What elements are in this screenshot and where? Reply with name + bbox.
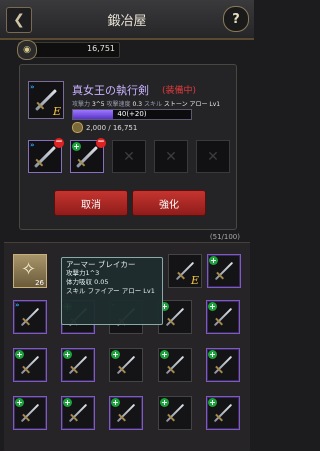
- inventory-item[interactable]: +: [61, 396, 95, 430]
- plus-badge-icon: +: [160, 350, 169, 359]
- sword-icon: [68, 403, 88, 423]
- sword-icon: [165, 403, 185, 423]
- inventory-item[interactable]: +: [206, 348, 240, 382]
- gold-amount: 16,751: [87, 44, 115, 53]
- plus-badge-icon: +: [208, 350, 217, 359]
- item-tooltip: アーマー ブレイカー 攻撃力1^3 体力吸収 0.05 スキル ファイアー アロ…: [61, 257, 163, 325]
- plus-badge-icon: +: [111, 398, 120, 407]
- remove-icon[interactable]: −: [96, 138, 106, 148]
- cost-display: 2,000 / 16,751: [72, 122, 137, 133]
- inventory-count: (51/100): [209, 233, 240, 241]
- tooltip-name: アーマー ブレイカー: [66, 260, 136, 269]
- sword-icon: [34, 145, 56, 168]
- gold-display: ◉ 16,751: [17, 40, 120, 60]
- help-button[interactable]: ?: [223, 6, 249, 32]
- sword-icon: [116, 403, 136, 423]
- plus-badge-icon: +: [160, 398, 169, 407]
- page-title: 鍛冶屋: [107, 14, 147, 29]
- top-bar: ❮ 鍛冶屋 ?: [0, 0, 254, 40]
- plus-badge-icon: +: [72, 142, 81, 151]
- inventory-item[interactable]: +: [13, 396, 47, 430]
- inventory-item[interactable]: »: [13, 300, 47, 334]
- rank-letter: E: [190, 274, 199, 287]
- material-slot-1[interactable]: » −: [28, 138, 64, 173]
- crystal-icon: ✧: [21, 259, 37, 280]
- material-slot-5[interactable]: ✕: [196, 140, 230, 173]
- remove-icon[interactable]: −: [54, 138, 64, 148]
- tooltip-line: スキル ファイアー アロー Lv1: [66, 287, 155, 295]
- inventory-item[interactable]: +: [13, 348, 47, 382]
- inventory-item-equipped[interactable]: E: [168, 254, 202, 288]
- cost-text: 2,000 / 16,751: [86, 123, 138, 132]
- material-slot-3[interactable]: ✕: [112, 140, 146, 173]
- target-weapon-slot[interactable]: » E: [28, 81, 64, 119]
- inventory-item[interactable]: +: [207, 254, 241, 288]
- weapon-stats: 攻撃力 3^5 攻撃速度 0.3 スキル ストーン アロー Lv1: [72, 101, 221, 108]
- enhance-panel: » E 真女王の執行剣 (装備中) 攻撃力 3^5 攻撃速度 0.3 スキル ス…: [19, 64, 237, 230]
- material-count: 26: [35, 279, 44, 287]
- equipped-tag: (装備中): [162, 86, 197, 96]
- gold-coin-icon: ◉: [17, 40, 37, 60]
- sword-icon: [214, 261, 234, 281]
- plus-badge-icon: +: [208, 398, 217, 407]
- sword-icon: [165, 307, 185, 327]
- inventory-item[interactable]: +: [206, 300, 240, 334]
- tooltip-line: 攻撃力1^3: [66, 269, 100, 277]
- sword-icon: [116, 355, 136, 375]
- plus-badge-icon: +: [15, 350, 24, 359]
- empty-slot-icon: ✕: [123, 148, 135, 165]
- sword-icon: [165, 355, 185, 375]
- grade-chevron-icon: »: [30, 141, 35, 149]
- sword-icon: [20, 355, 40, 375]
- sword-icon: [213, 403, 233, 423]
- plus-badge-icon: +: [63, 350, 72, 359]
- enhance-material-item[interactable]: ✧ 26: [13, 254, 47, 288]
- plus-badge-icon: +: [63, 398, 72, 407]
- plus-badge-icon: +: [209, 256, 218, 265]
- plus-badge-icon: +: [208, 302, 217, 311]
- inventory-item[interactable]: +: [158, 348, 192, 382]
- sword-icon: [213, 307, 233, 327]
- empty-slot-icon: ✕: [165, 148, 177, 165]
- inventory-item[interactable]: +: [61, 348, 95, 382]
- grade-chevron-icon: »: [30, 83, 35, 91]
- sword-icon: [68, 355, 88, 375]
- exp-bar: 40(+20): [72, 109, 192, 120]
- inventory-item[interactable]: +: [109, 348, 143, 382]
- inventory-item[interactable]: +: [158, 396, 192, 430]
- sword-icon: [213, 355, 233, 375]
- gold-coin-icon: [72, 122, 83, 133]
- grade-chevron-icon: »: [15, 301, 20, 309]
- rank-letter: E: [52, 105, 61, 118]
- exp-text: 40(+20): [117, 110, 147, 118]
- inventory-item[interactable]: +: [206, 396, 240, 430]
- material-slot-4[interactable]: ✕: [154, 140, 188, 173]
- material-slot-2[interactable]: + −: [70, 138, 106, 173]
- inventory-item[interactable]: +: [109, 396, 143, 430]
- tooltip-line: 体力吸収 0.05: [66, 278, 109, 286]
- cancel-button[interactable]: 取消: [54, 190, 128, 216]
- enhance-button[interactable]: 強化: [132, 190, 206, 216]
- plus-badge-icon: +: [111, 350, 120, 359]
- plus-badge-icon: +: [15, 398, 24, 407]
- sword-icon: [20, 307, 40, 327]
- weapon-name: 真女王の執行剣: [72, 84, 149, 97]
- inventory-item[interactable]: +: [158, 300, 192, 334]
- empty-slot-icon: ✕: [207, 148, 219, 165]
- sword-icon: [20, 403, 40, 423]
